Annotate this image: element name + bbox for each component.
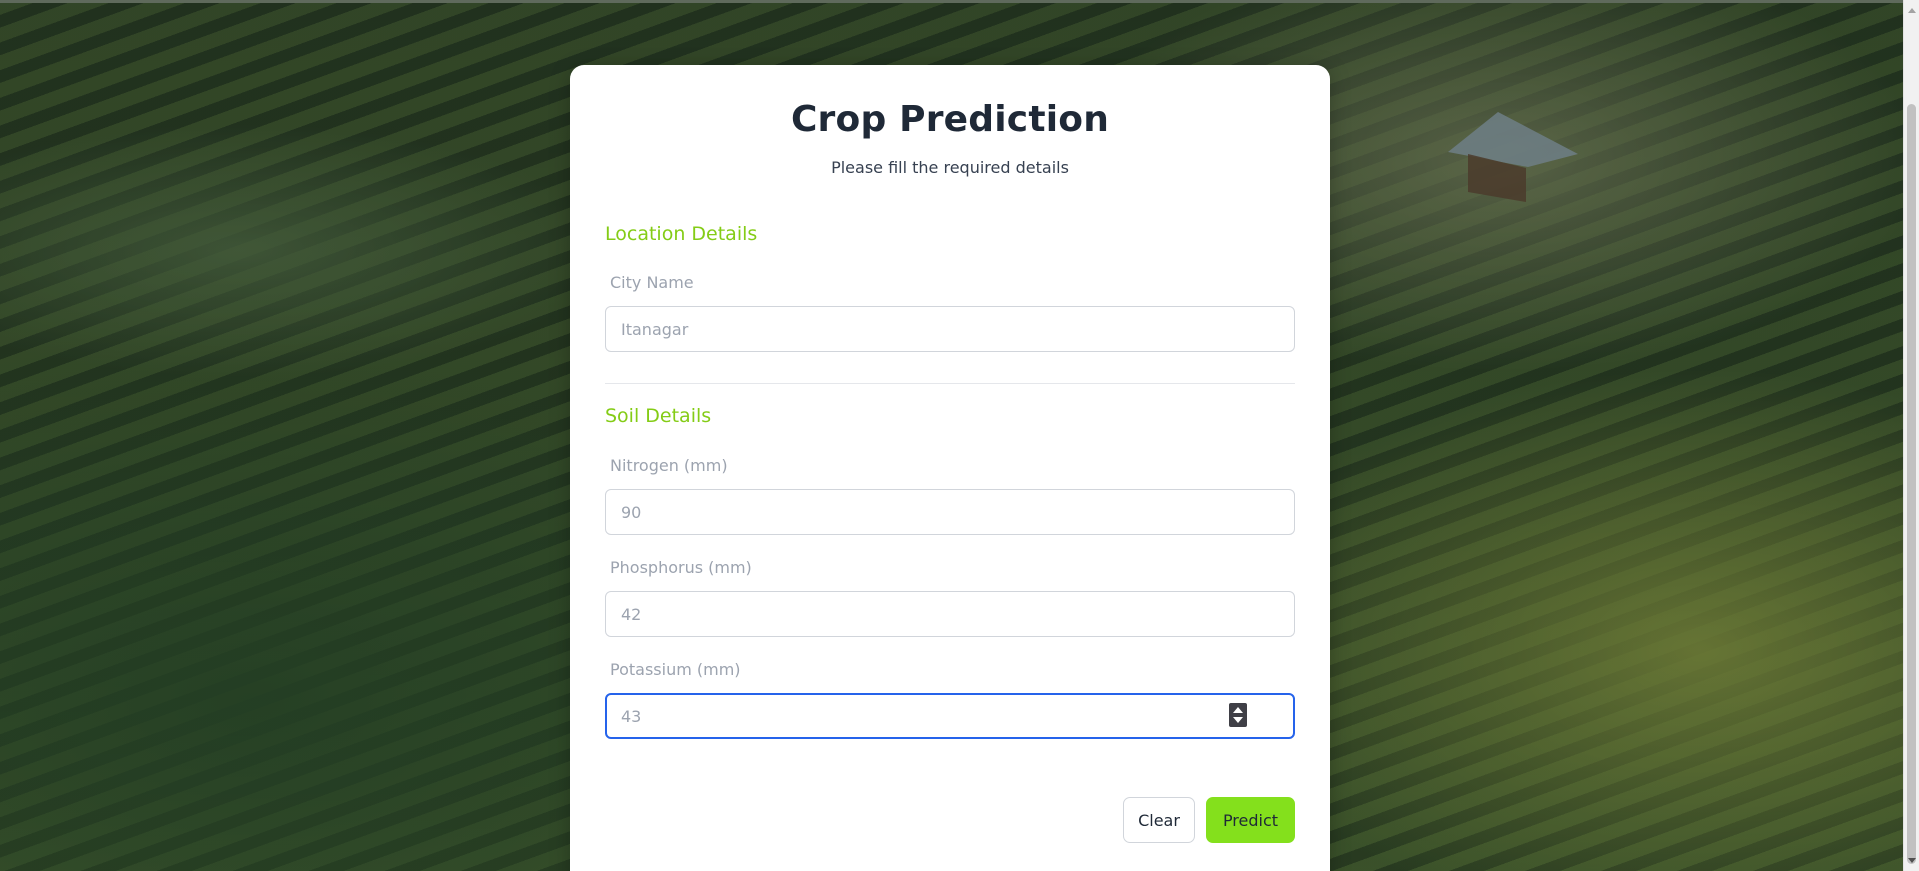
page-title: Crop Prediction [790,99,1110,140]
potassium-field-wrapper [605,693,1295,739]
soil-details-heading: Soil Details [605,405,712,427]
browser-top-edge [0,0,1919,3]
page-scrollbar[interactable] [1903,0,1919,871]
scrollbar-thumb[interactable] [1907,104,1916,864]
city-name-label: City Name [610,273,694,292]
page-subtitle: Please fill the required details [831,158,1069,177]
clear-button[interactable]: Clear [1123,797,1195,843]
phosphorus-input[interactable] [605,591,1295,637]
spinner-up-icon[interactable] [1233,707,1243,713]
scroll-up-icon[interactable] [1908,8,1916,13]
city-name-input[interactable] [605,306,1295,352]
crop-prediction-form-card: Crop Prediction Please fill the required… [570,65,1330,871]
scroll-down-icon[interactable] [1908,858,1916,863]
potassium-label: Potassium (mm) [610,660,741,679]
predict-button[interactable]: Predict [1206,797,1295,843]
spinner-down-icon[interactable] [1233,717,1243,723]
hut-image [1448,112,1578,202]
page-viewport: Crop Prediction Please fill the required… [0,0,1919,871]
potassium-input[interactable] [605,693,1295,739]
nitrogen-label: Nitrogen (mm) [610,456,728,475]
section-divider [605,383,1295,384]
number-spinner-icon[interactable] [1229,703,1247,727]
location-details-heading: Location Details [605,223,758,245]
nitrogen-input[interactable] [605,489,1295,535]
phosphorus-label: Phosphorus (mm) [610,558,752,577]
